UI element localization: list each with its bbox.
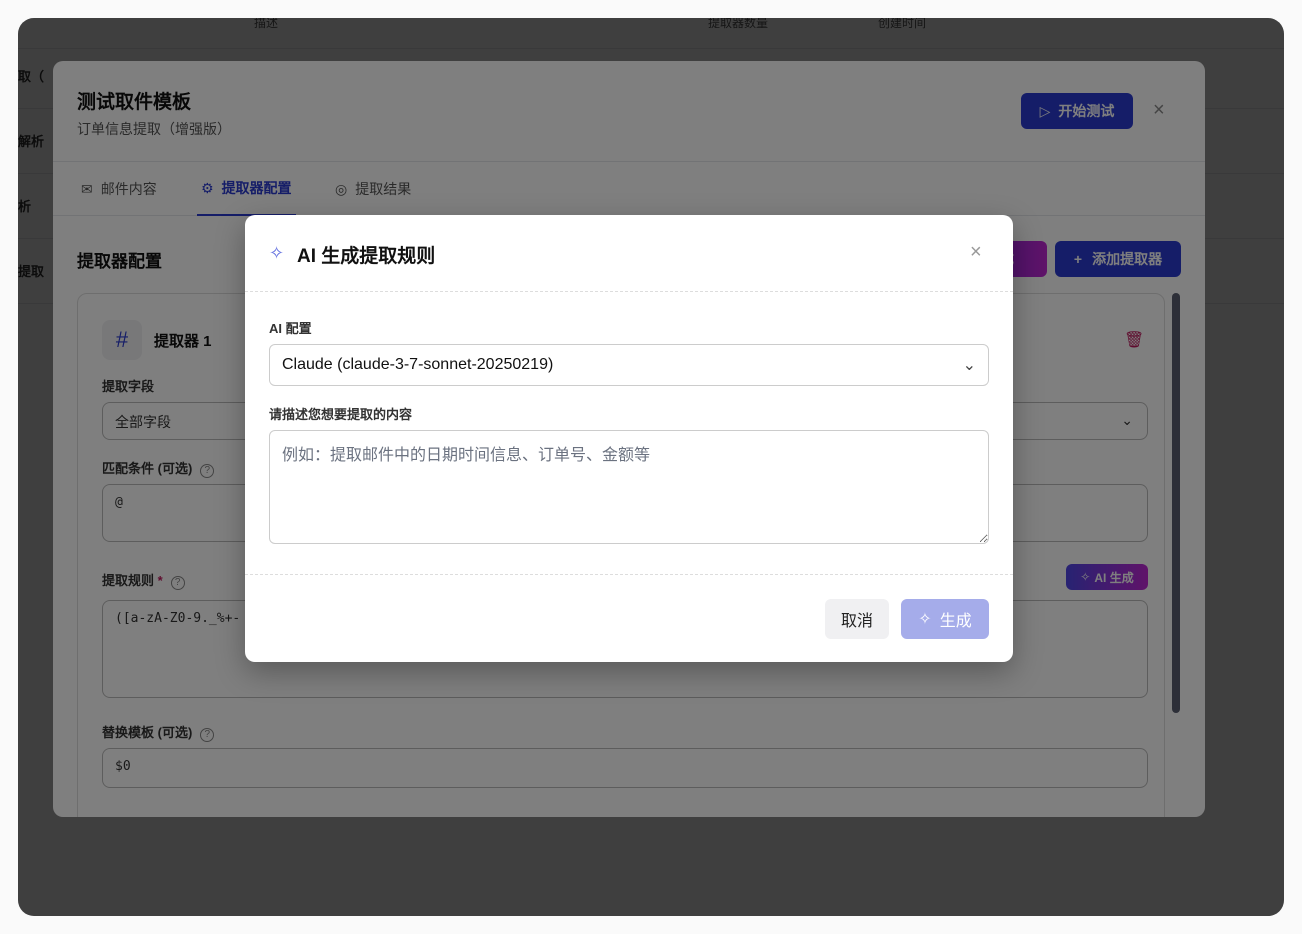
ai-config-value: Claude (claude-3-7-sonnet-20250219): [282, 356, 554, 373]
sparkles-icon: ✧: [918, 611, 932, 628]
cancel-button[interactable]: 取消: [825, 599, 889, 639]
ai-config-select[interactable]: Claude (claude-3-7-sonnet-20250219) ⌄: [269, 344, 989, 386]
dialog-title: AI 生成提取规则: [297, 246, 436, 267]
dialog-header: ✧ AI 生成提取规则 ×: [245, 215, 1013, 292]
describe-textarea[interactable]: [269, 430, 989, 544]
generate-label: 生成: [939, 613, 972, 630]
chevron-down-icon: ⌄: [962, 357, 976, 374]
ai-config-label: AI 配置: [269, 321, 312, 336]
ai-generate-dialog: ✧ AI 生成提取规则 × AI 配置 Claude (claude-3-7-s…: [245, 215, 1013, 662]
generate-button[interactable]: ✧ 生成: [901, 599, 989, 639]
dialog-footer-divider: [245, 574, 1013, 575]
sparkles-icon: ✧: [269, 243, 285, 263]
describe-label: 请描述您想要提取的内容: [269, 407, 413, 422]
close-icon[interactable]: ×: [970, 241, 982, 264]
